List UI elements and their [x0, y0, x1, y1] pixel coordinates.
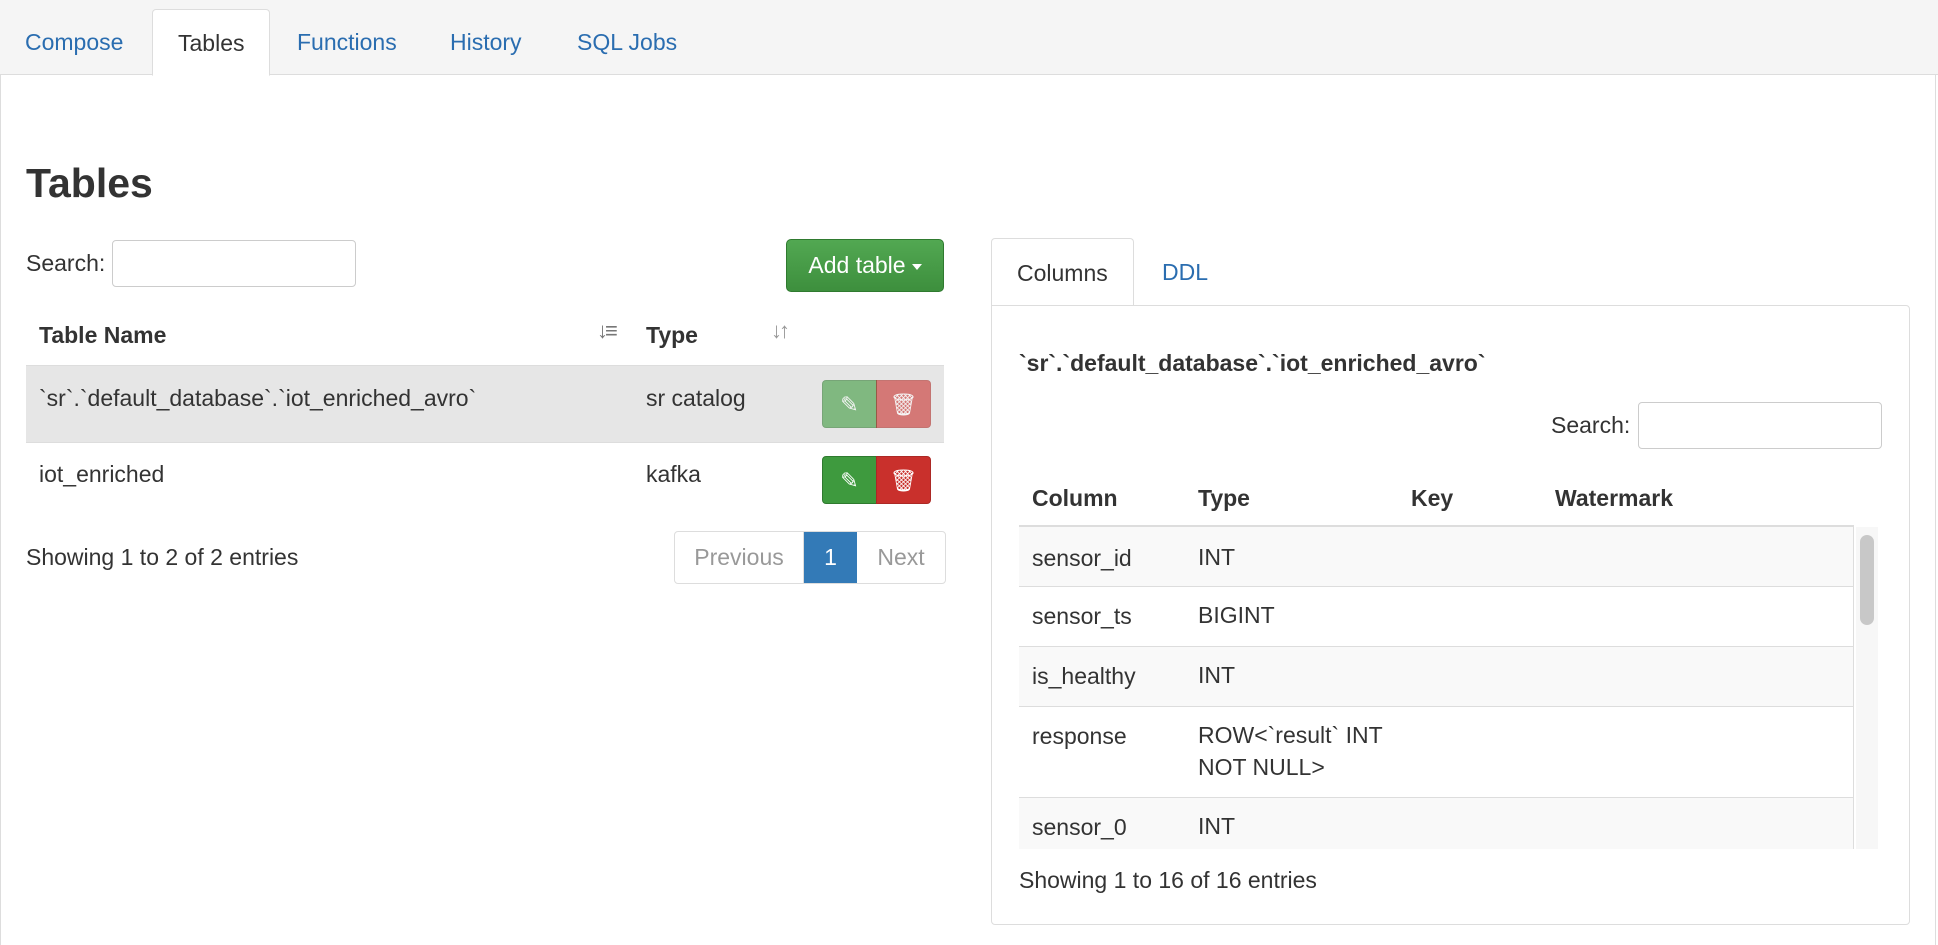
next-page-button[interactable]: Next — [857, 532, 945, 583]
scrollbar-thumb[interactable] — [1860, 535, 1874, 625]
table-type-cell: kafka — [646, 461, 701, 487]
tab-compose[interactable]: Compose — [0, 9, 148, 76]
column-name-cell: sensor_ts — [1032, 603, 1132, 629]
tab-tables[interactable]: Tables — [152, 9, 271, 76]
table-row: response ROW<`result` INT NOT NULL> — [1019, 707, 1853, 798]
tab-ddl[interactable]: DDL — [1137, 238, 1233, 306]
table-name-cell[interactable]: `sr`.`default_database`.`iot_enriched_av… — [39, 385, 476, 412]
table-row: sensor_0 INT — [1019, 798, 1853, 849]
tables-search-input[interactable] — [112, 240, 356, 287]
tab-columns[interactable]: Columns — [991, 238, 1134, 306]
table-row: sensor_id INT — [1019, 527, 1853, 587]
tab-functions[interactable]: Functions — [272, 9, 422, 76]
column-type-cell: INT — [1198, 813, 1236, 839]
page-1-button[interactable]: 1 — [804, 532, 857, 583]
columns-search-label: Search: — [1551, 412, 1631, 438]
header-type[interactable]: Type — [646, 322, 698, 349]
table-row: is_healthy INT — [1019, 647, 1853, 707]
column-type-cell: ROW<`result` INT NOT NULL> — [1198, 722, 1383, 780]
sort-icon[interactable]: ↓↑ — [771, 318, 790, 344]
header-table-name[interactable]: Table Name — [39, 322, 166, 349]
column-name-cell: is_healthy — [1032, 663, 1136, 689]
columns-scrollbar[interactable] — [1856, 527, 1878, 849]
column-name-cell: sensor_0 — [1032, 814, 1127, 840]
search-label: Search: — [26, 250, 106, 276]
pagination: Previous 1 Next — [674, 531, 946, 584]
delete-trash-icon[interactable]: 🗑 — [876, 380, 931, 428]
caret-down-icon — [911, 263, 922, 270]
column-name-cell: sensor_id — [1032, 545, 1132, 571]
details-table-title: `sr`.`default_database`.`iot_enriched_av… — [1019, 350, 1486, 376]
tab-sql-jobs[interactable]: SQL Jobs — [552, 9, 702, 76]
header-col-type[interactable]: Type — [1198, 485, 1250, 512]
column-type-cell: BIGINT — [1198, 602, 1275, 628]
header-watermark[interactable]: Watermark — [1555, 485, 1673, 512]
columns-info: Showing 1 to 16 of 16 entries — [1019, 867, 1317, 893]
sort-desc-icon[interactable]: ↓≡ — [597, 318, 618, 344]
tab-history[interactable]: History — [425, 9, 547, 76]
add-table-label: Add table — [808, 252, 906, 278]
table-name-cell[interactable]: iot_enriched — [39, 461, 164, 488]
column-type-cell: INT — [1198, 544, 1236, 570]
columns-search-input[interactable] — [1638, 402, 1882, 449]
table-row: sensor_ts BIGINT — [1019, 587, 1853, 647]
column-type-cell: INT — [1198, 662, 1236, 688]
columns-table-body[interactable]: sensor_id INT sensor_ts BIGINT is_health… — [1019, 527, 1854, 849]
top-tab-bar: Compose Tables Functions History SQL Job… — [0, 0, 1938, 76]
row-divider — [26, 442, 944, 443]
header-key[interactable]: Key — [1411, 485, 1453, 512]
tables-info: Showing 1 to 2 of 2 entries — [26, 544, 299, 570]
edit-pencil-icon[interactable]: ✎ — [822, 456, 877, 504]
table-type-cell: sr catalog — [646, 385, 746, 411]
add-table-button[interactable]: Add table — [786, 239, 944, 292]
page-title: Tables — [26, 160, 153, 206]
previous-page-button[interactable]: Previous — [675, 532, 804, 583]
header-column[interactable]: Column — [1032, 485, 1118, 512]
delete-trash-icon[interactable]: 🗑 — [876, 456, 931, 504]
edit-pencil-icon[interactable]: ✎ — [822, 380, 877, 428]
column-name-cell: response — [1032, 723, 1127, 749]
